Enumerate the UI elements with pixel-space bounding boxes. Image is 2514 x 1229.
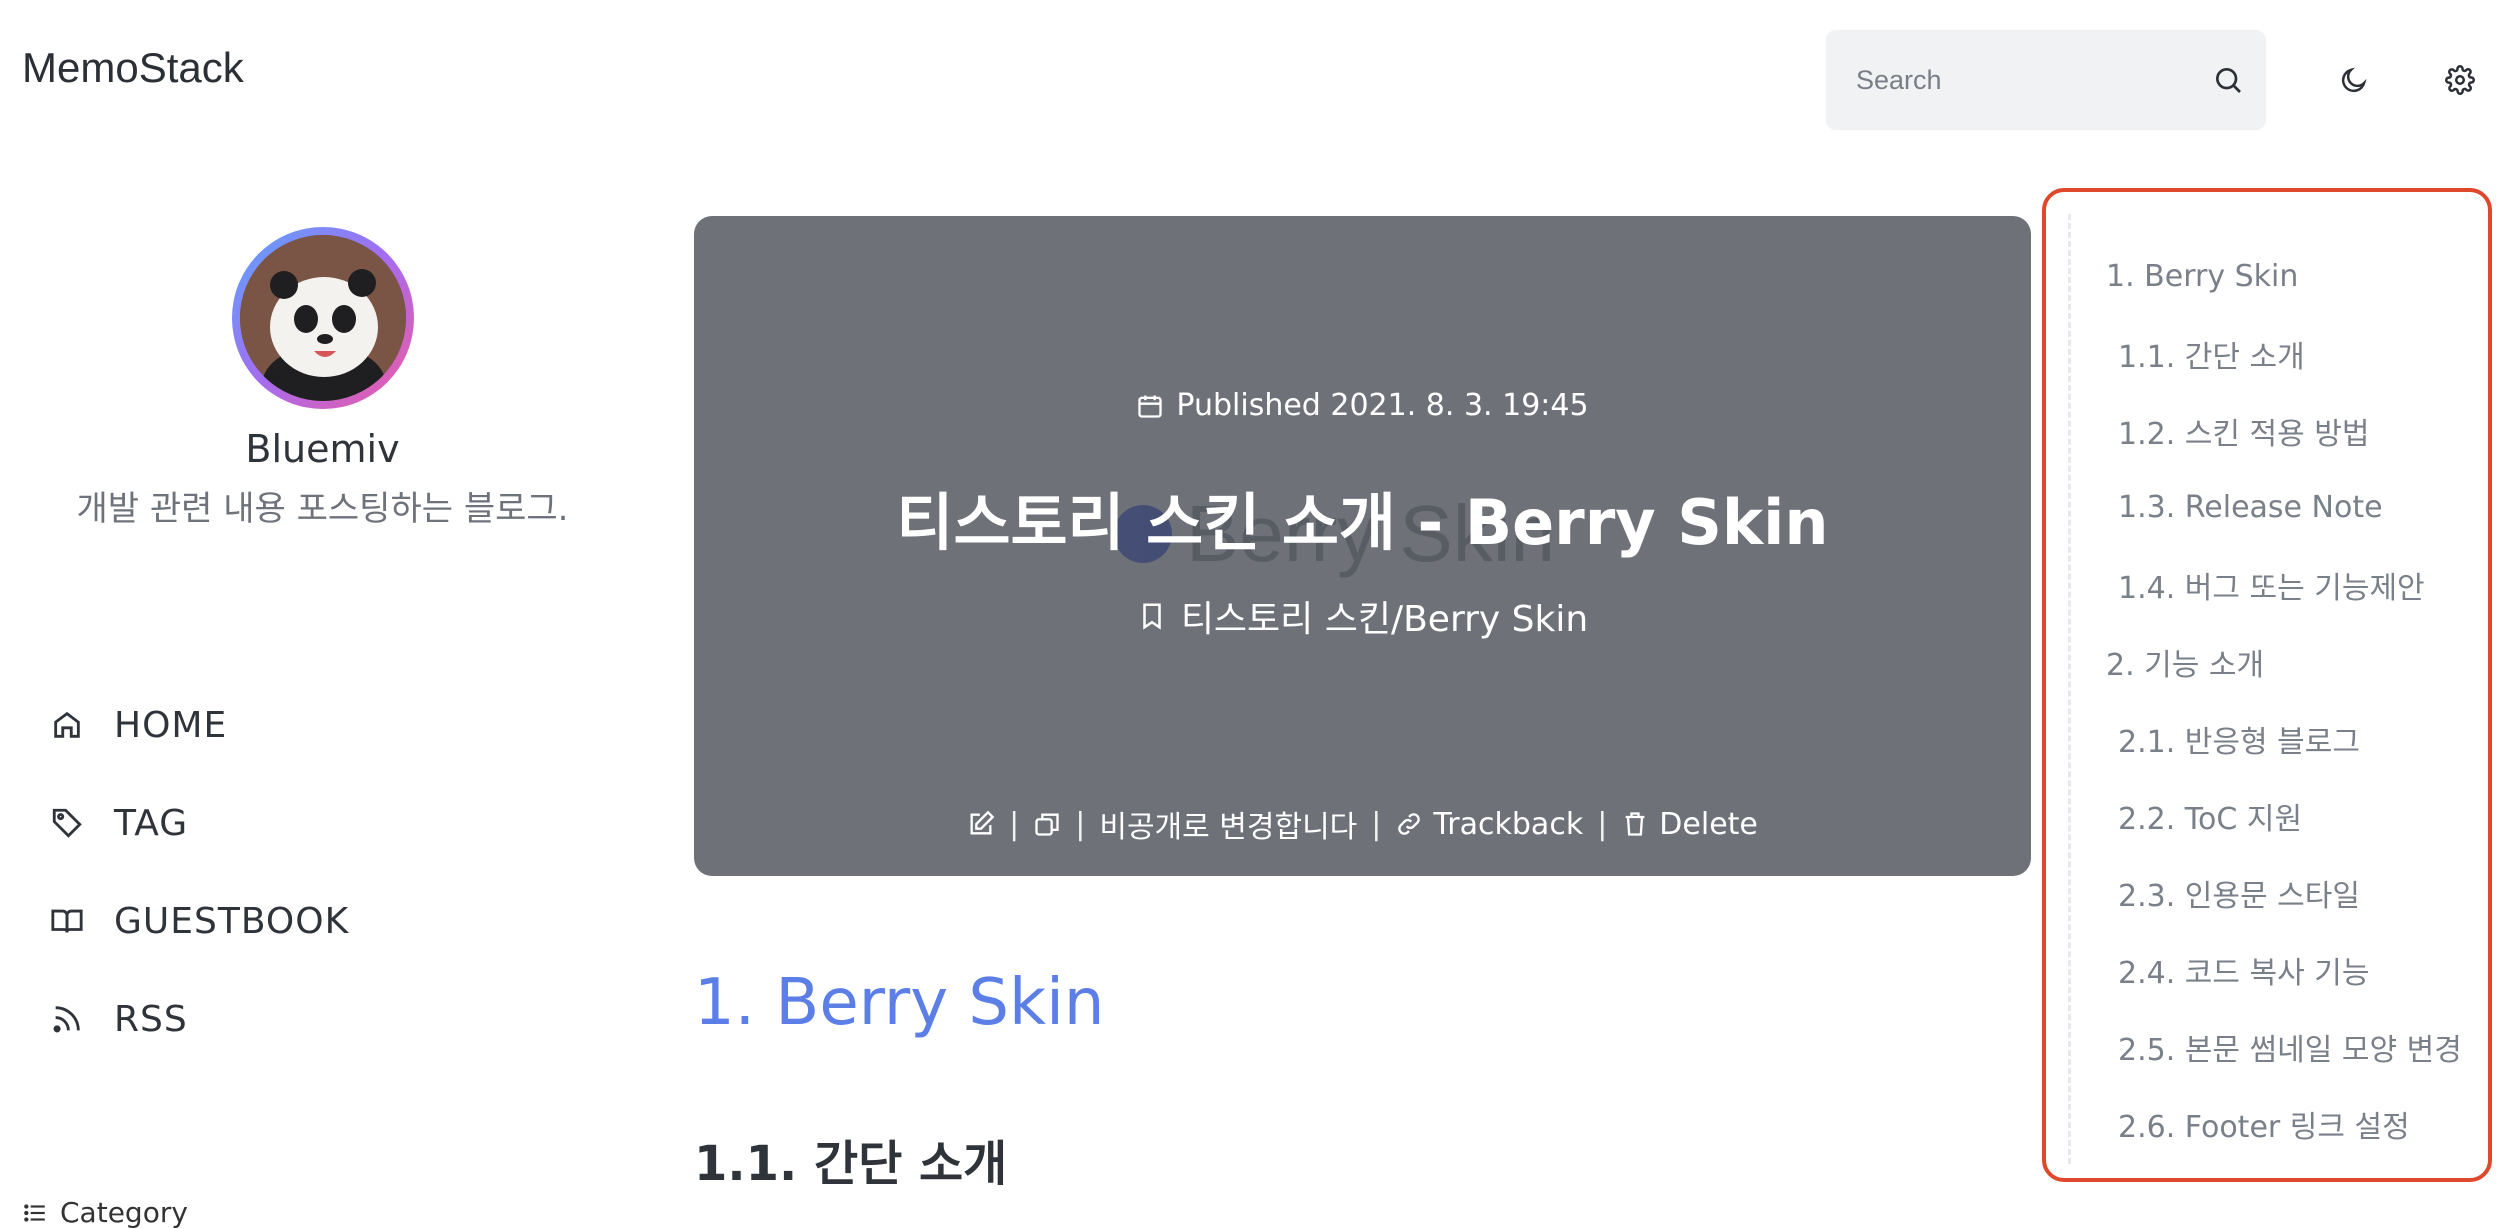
- edit-button[interactable]: [967, 810, 995, 838]
- toc-item[interactable]: 1.4. 버그 또는 기능제안: [2106, 546, 2462, 623]
- toc-guide-line: [2068, 214, 2071, 1164]
- content-heading-2: 1.1. 간단 소개: [694, 1136, 1008, 1192]
- rss-icon: [50, 1002, 84, 1036]
- separator: |: [1075, 806, 1086, 842]
- toc-item[interactable]: 2.2. ToC 지원: [2106, 777, 2462, 854]
- private-toggle-label: 비공개로 변경합니다: [1099, 810, 1358, 845]
- search-input[interactable]: [1854, 63, 2212, 97]
- link-icon: [1395, 810, 1423, 838]
- post-hero: Berry Skin Published 2021. 8. 3. 19:45 티…: [694, 216, 2031, 876]
- home-icon: [50, 708, 84, 742]
- trackback-label: Trackback: [1433, 806, 1584, 842]
- toc-item[interactable]: 1. Berry Skin: [2106, 238, 2462, 315]
- tag-icon: [50, 806, 84, 840]
- bookmark-icon: [1137, 599, 1167, 633]
- published-date: Published 2021. 8. 3. 19:45: [1176, 388, 1589, 423]
- search-icon[interactable]: [2212, 64, 2244, 96]
- category-label: Category: [60, 1196, 188, 1229]
- separator: |: [1009, 806, 1020, 842]
- toc-item[interactable]: 1.1. 간단 소개: [2106, 315, 2462, 392]
- post-title: 티스토리 스킨 소개 - Berry Skin: [896, 486, 1829, 559]
- post-actions: | | 비공개로 변경합니다 | Trackback | Delete: [694, 802, 2031, 846]
- avatar[interactable]: [231, 227, 414, 409]
- sidebar-item-guestbook[interactable]: GUESTBOOK: [50, 872, 349, 970]
- book-icon: [50, 904, 84, 938]
- sidebar-item-rss[interactable]: RSS: [50, 970, 349, 1068]
- toc-item[interactable]: 1.2. 스킨 적용 방법: [2106, 392, 2462, 469]
- search-box[interactable]: [1826, 30, 2266, 130]
- toc-item[interactable]: 2.3. 인용문 스타일: [2106, 854, 2462, 931]
- sidebar-item-label: TAG: [114, 802, 189, 844]
- profile-name: Bluemiv: [245, 427, 400, 471]
- sidebar-item-home[interactable]: HOME: [50, 676, 349, 774]
- sidebar-item-label: RSS: [114, 998, 188, 1040]
- edit-icon: [967, 810, 995, 838]
- gear-icon[interactable]: [2440, 60, 2480, 100]
- post-category[interactable]: 티스토리 스킨/Berry Skin: [694, 590, 2031, 642]
- sidebar-item-label: GUESTBOOK: [114, 900, 350, 942]
- profile-description: 개발 관련 내용 포스팅하는 블로그.: [76, 489, 569, 529]
- separator: |: [1597, 806, 1608, 842]
- sidebar-nav: HOME TAG GUESTBOOK RSS: [50, 676, 349, 1068]
- post-published: Published 2021. 8. 3. 19:45: [694, 388, 2031, 423]
- post-category-label: 티스토리 스킨/Berry Skin: [1180, 599, 1589, 640]
- toc-item[interactable]: 2.5. 본문 썸네일 모양 변경: [2106, 1008, 2462, 1085]
- copy-button[interactable]: [1033, 810, 1061, 838]
- sidebar-item-tag[interactable]: TAG: [50, 774, 349, 872]
- content-heading-1: 1. Berry Skin: [694, 966, 1105, 1040]
- trackback-button[interactable]: Trackback: [1395, 807, 1583, 842]
- separator: |: [1371, 806, 1382, 842]
- moon-icon[interactable]: [2334, 60, 2374, 100]
- toc-item[interactable]: 2.1. 반응형 블로그: [2106, 700, 2462, 777]
- sidebar-item-label: HOME: [114, 704, 228, 746]
- list-icon: [22, 1200, 48, 1226]
- category-toggle[interactable]: Category: [22, 1196, 188, 1229]
- profile-card: Bluemiv 개발 관련 내용 포스팅하는 블로그.: [50, 225, 595, 530]
- trash-icon: [1621, 810, 1649, 838]
- blog-title[interactable]: MemoStack: [22, 44, 244, 92]
- toc-item[interactable]: 1.3. Release Note: [2106, 469, 2462, 546]
- calendar-icon: [1136, 392, 1164, 420]
- toc-item[interactable]: 2.6. Footer 링크 설정: [2106, 1085, 2462, 1162]
- delete-label: Delete: [1659, 806, 1758, 842]
- toc-item[interactable]: 2.4. 코드 복사 기능: [2106, 931, 2462, 1008]
- private-toggle-button[interactable]: 비공개로 변경합니다: [1099, 802, 1357, 846]
- toc-item[interactable]: 2. 기능 소개: [2106, 623, 2462, 700]
- table-of-contents: 1. Berry Skin 1.1. 간단 소개 1.2. 스킨 적용 방법 1…: [2106, 238, 2462, 1162]
- panda-avatar-image: [239, 235, 406, 401]
- delete-button[interactable]: Delete: [1621, 807, 1758, 842]
- copy-icon: [1033, 810, 1061, 838]
